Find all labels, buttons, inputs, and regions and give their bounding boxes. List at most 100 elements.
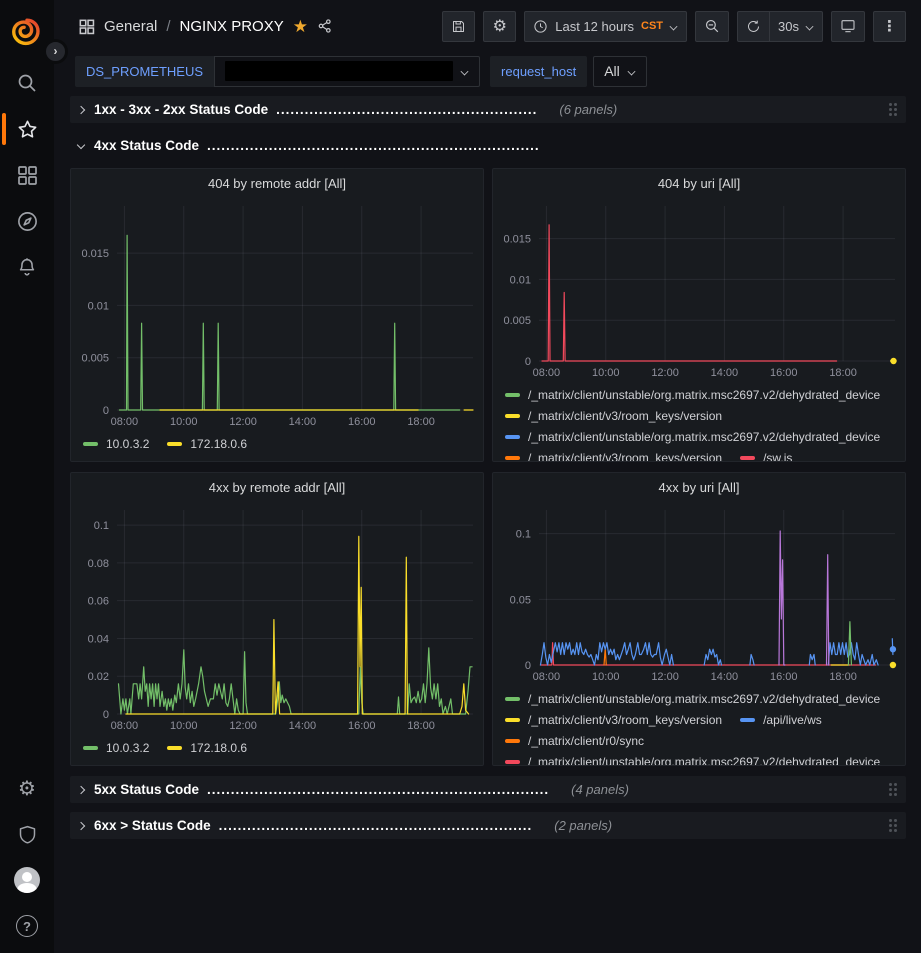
legend-color-dash — [505, 718, 520, 722]
user-avatar — [14, 867, 40, 893]
legend-item[interactable]: /api/live/ws — [740, 709, 822, 730]
legend-color-dash — [740, 718, 755, 722]
zoom-out-icon — [704, 18, 720, 34]
row-title: 4xx Status Code — [94, 138, 199, 153]
legend-item[interactable]: /sw.js — [740, 447, 792, 461]
redacted-value — [225, 61, 453, 81]
legend-label: /_matrix/client/v3/room_keys/version — [528, 451, 722, 462]
panel-4xx-by-uri: 4xx by uri [All] 08:0010:0012:0014:0016:… — [492, 472, 906, 766]
row-leader-dots: ........................................… — [219, 818, 533, 833]
breadcrumb-separator: / — [166, 18, 170, 35]
legend-item[interactable]: /_matrix/client/v3/room_keys/version — [505, 405, 722, 426]
dashboard-settings-button[interactable]: ⚙ — [483, 11, 516, 42]
dashboards-grid-icon — [16, 164, 38, 186]
variables-bar: DS_PROMETHEUS request_host All — [54, 52, 921, 90]
sidebar-item-starred[interactable] — [0, 106, 54, 152]
legend-item[interactable]: /_matrix/client/r0/sync — [505, 730, 644, 751]
sidebar-item-profile[interactable] — [0, 857, 54, 903]
legend-label: /_matrix/client/unstable/org.matrix.msc2… — [528, 755, 880, 766]
variable-label-ds-prometheus[interactable]: DS_PROMETHEUS — [75, 56, 214, 87]
panel-title[interactable]: 4xx by remote addr [All] — [71, 473, 483, 501]
cycle-view-mode-button[interactable] — [831, 11, 865, 42]
breadcrumb: General / NGINX PROXY ★ — [78, 18, 333, 35]
svg-text:0.02: 0.02 — [88, 671, 109, 683]
time-series-chart[interactable]: 08:0010:0012:0014:0016:0018:0000.020.040… — [71, 501, 483, 735]
share-icon[interactable] — [317, 18, 333, 34]
sidebar-item-explore[interactable] — [0, 198, 54, 244]
sidebar-item-server-admin[interactable] — [0, 811, 54, 857]
row-header-1xx-3xx-2xx[interactable]: 1xx - 3xx - 2xx Status Code ............… — [70, 96, 906, 123]
variable-ds-prometheus: DS_PROMETHEUS — [75, 56, 480, 87]
refresh-icon — [746, 19, 761, 34]
legend-item[interactable]: 172.18.0.6 — [167, 737, 247, 758]
svg-text:0.015: 0.015 — [81, 248, 109, 260]
panel-4xx-by-remote-addr: 4xx by remote addr [All] 08:0010:0012:00… — [70, 472, 484, 766]
row-header-5xx[interactable]: 5xx Status Code ........................… — [70, 776, 906, 803]
chart-legend: 10.0.3.2 172.18.0.6 — [71, 431, 483, 461]
favorite-star-icon[interactable]: ★ — [293, 18, 308, 35]
svg-text:0: 0 — [103, 709, 109, 721]
legend-item[interactable]: /_matrix/client/unstable/org.matrix.msc2… — [505, 751, 880, 765]
time-range-picker[interactable]: Last 12 hours CST — [524, 11, 687, 42]
time-series-chart[interactable]: 08:0010:0012:0014:0016:0018:0000.050.1 — [493, 501, 905, 686]
variable-label-request-host[interactable]: request_host — [490, 56, 587, 87]
search-icon — [16, 72, 38, 94]
legend-item[interactable]: /_matrix/client/v3/room_keys/version — [505, 447, 722, 461]
legend-item[interactable]: /_matrix/client/unstable/org.matrix.msc2… — [505, 384, 880, 405]
svg-text:14:00: 14:00 — [289, 720, 317, 732]
svg-text:16:00: 16:00 — [770, 367, 798, 379]
sidebar-item-help[interactable]: ? — [0, 903, 54, 949]
legend-item[interactable]: 10.0.3.2 — [83, 433, 149, 454]
legend-item[interactable]: 172.18.0.6 — [167, 433, 247, 454]
row-panel-count: (4 panels) — [571, 782, 629, 797]
row-drag-handle[interactable] — [889, 819, 897, 832]
chevron-down-icon — [806, 22, 814, 30]
panel-title[interactable]: 4xx by uri [All] — [493, 473, 905, 501]
row-title: 1xx - 3xx - 2xx Status Code — [94, 102, 268, 117]
legend-item[interactable]: 10.0.3.2 — [83, 737, 149, 758]
legend-item[interactable]: /_matrix/client/v3/room_keys/version — [505, 709, 722, 730]
gear-icon: ⚙ — [18, 776, 36, 800]
sidebar-expand-button[interactable]: › — [43, 39, 68, 64]
legend-item[interactable]: /_matrix/client/unstable/org.matrix.msc2… — [505, 426, 880, 447]
breadcrumb-folder[interactable]: General — [104, 18, 157, 35]
row-drag-handle[interactable] — [889, 783, 897, 796]
legend-label: /_matrix/client/unstable/org.matrix.msc2… — [528, 692, 880, 706]
kebab-menu-button[interactable]: ⋮ — [873, 11, 906, 42]
variable-value-request-host[interactable]: All — [593, 56, 647, 87]
sidebar-item-configuration[interactable]: ⚙ — [0, 765, 54, 811]
save-dashboard-button[interactable] — [442, 11, 475, 42]
sidebar-item-search[interactable] — [0, 60, 54, 106]
svg-text:0.04: 0.04 — [88, 633, 109, 645]
svg-text:18:00: 18:00 — [829, 367, 857, 379]
legend-label: 10.0.3.2 — [106, 741, 149, 755]
zoom-out-button[interactable] — [695, 11, 729, 42]
svg-text:0.1: 0.1 — [516, 529, 531, 541]
svg-text:14:00: 14:00 — [711, 367, 739, 379]
kebab-icon: ⋮ — [882, 19, 897, 34]
svg-text:0.06: 0.06 — [88, 596, 109, 608]
legend-label: /_matrix/client/unstable/org.matrix.msc2… — [528, 388, 880, 402]
svg-text:08:00: 08:00 — [533, 671, 561, 683]
sidebar-item-dashboards[interactable] — [0, 152, 54, 198]
svg-text:18:00: 18:00 — [407, 416, 435, 428]
svg-text:16:00: 16:00 — [770, 671, 798, 683]
dashboard-title[interactable]: NGINX PROXY — [180, 18, 284, 35]
svg-text:10:00: 10:00 — [592, 367, 620, 379]
legend-item[interactable]: /_matrix/client/unstable/org.matrix.msc2… — [505, 688, 880, 709]
refresh-button[interactable] — [737, 11, 770, 42]
time-series-chart[interactable]: 08:0010:0012:0014:0016:0018:0000.0050.01… — [493, 197, 905, 382]
panel-title[interactable]: 404 by uri [All] — [493, 169, 905, 197]
row-header-6xx[interactable]: 6xx > Status Code ......................… — [70, 812, 906, 839]
panel-title[interactable]: 404 by remote addr [All] — [71, 169, 483, 197]
legend-label: /sw.js — [763, 451, 792, 462]
dashboard-grid-icon — [78, 18, 95, 35]
row-drag-handle[interactable] — [889, 103, 897, 116]
row-header-4xx[interactable]: 4xx Status Code ........................… — [70, 132, 906, 159]
chevron-down-icon — [670, 22, 678, 30]
time-series-chart[interactable]: 08:0010:0012:0014:0016:0018:0000.0050.01… — [71, 197, 483, 431]
sidebar-item-alerting[interactable] — [0, 244, 54, 290]
refresh-interval-dropdown[interactable]: 30s — [770, 11, 823, 42]
variable-value-ds-prometheus[interactable] — [214, 56, 480, 87]
gear-icon: ⚙ — [493, 18, 507, 34]
